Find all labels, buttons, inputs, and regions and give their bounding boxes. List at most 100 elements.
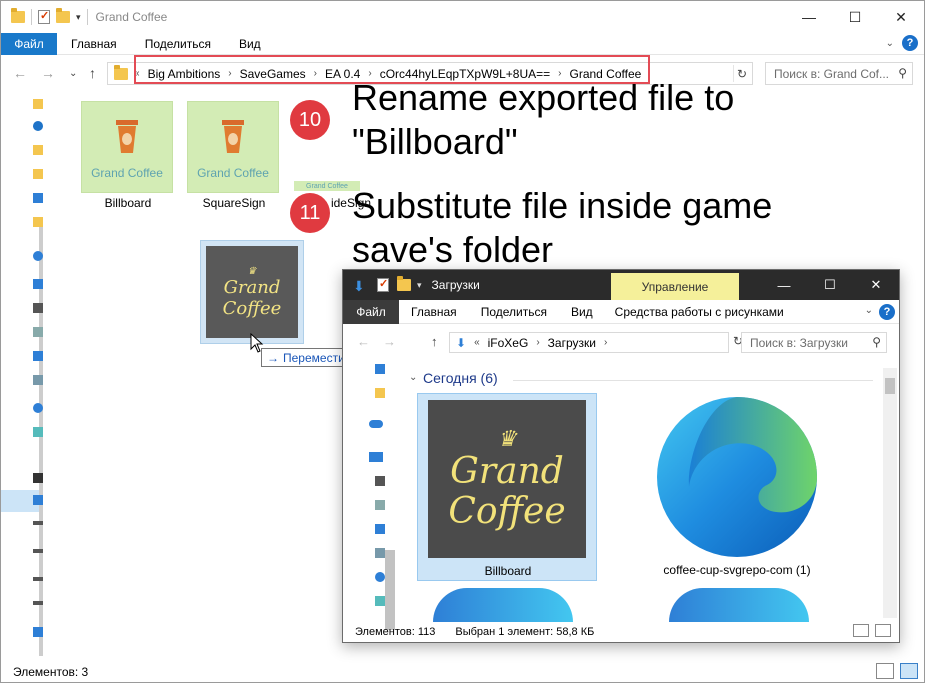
drive-icon[interactable]	[33, 495, 43, 505]
tab-manage[interactable]: Управление	[611, 273, 739, 300]
breadcrumb-item[interactable]: Big Ambitions	[148, 67, 221, 81]
file-thumbnail[interactable]: Grand Coffee	[81, 101, 173, 193]
pictures-icon[interactable]	[33, 375, 43, 385]
video-icon[interactable]	[375, 476, 385, 486]
refresh-icon[interactable]: ↻	[733, 65, 750, 82]
tab-file[interactable]: Файл	[343, 299, 399, 324]
this-pc-icon[interactable]	[33, 279, 43, 289]
tab-share[interactable]: Поделиться	[469, 305, 559, 319]
properties-icon[interactable]	[38, 9, 50, 24]
up-arrow-icon[interactable]: ↑	[89, 65, 96, 81]
nav-scrollbar[interactable]	[385, 550, 395, 630]
tab-file[interactable]: Файл	[1, 32, 57, 55]
search-input[interactable]: Поиск в: Загрузки ⚲	[741, 332, 887, 353]
customize-toolbar-icon[interactable]: ▾	[417, 280, 422, 291]
file-thumbnail[interactable]: Grand Coffee	[294, 181, 360, 191]
downloads-icon[interactable]	[33, 351, 43, 361]
file-item-selected[interactable]: ♛ Grand Coffee Billboard	[417, 393, 597, 581]
video-icon[interactable]	[33, 303, 43, 313]
close-button[interactable]: ✕	[853, 270, 899, 300]
back-arrow-icon[interactable]: ←	[13, 65, 27, 81]
download-icon[interactable]	[375, 364, 385, 374]
expand-ribbon-icon[interactable]: ⌄	[865, 305, 873, 316]
up-arrow-icon[interactable]: ↑	[431, 334, 438, 349]
file-name[interactable]: SquareSign	[184, 196, 284, 210]
onedrive-icon[interactable]	[33, 251, 43, 261]
desktop-icon[interactable]	[33, 473, 43, 483]
maximize-button[interactable]: ☐	[807, 270, 853, 300]
drive-icon[interactable]	[33, 549, 43, 553]
chevron-right-icon[interactable]: ›	[314, 68, 317, 79]
tab-share[interactable]: Поделиться	[131, 37, 225, 51]
documents-icon[interactable]	[375, 500, 385, 510]
file-thumbnail-partial[interactable]	[433, 588, 573, 622]
help-icon[interactable]: ?	[879, 304, 895, 320]
file-name[interactable]: Billboard	[78, 196, 178, 210]
file-name[interactable]: Billboard	[418, 564, 598, 578]
breadcrumb-item[interactable]: Загрузки	[548, 336, 596, 350]
file-name[interactable]: coffee-cup-svgrepo-com (1)	[647, 563, 827, 577]
drive-icon[interactable]	[33, 601, 43, 605]
folder-icon[interactable]	[33, 217, 43, 227]
pictures-icon[interactable]	[375, 548, 385, 558]
music-icon[interactable]	[375, 572, 385, 582]
folder-icon[interactable]	[33, 99, 43, 109]
forward-arrow-icon[interactable]: →	[41, 65, 55, 81]
overflow-chevron-icon[interactable]: «	[474, 337, 480, 348]
back-arrow-icon[interactable]: ←	[357, 334, 370, 349]
objects-icon[interactable]	[375, 596, 385, 606]
scrollbar-thumb[interactable]	[885, 378, 895, 394]
address-bar[interactable]: ⬇ « iFoXeG › Загрузки ›	[449, 332, 729, 353]
file-thumbnail-partial[interactable]	[669, 588, 809, 622]
properties-icon[interactable]	[377, 277, 389, 292]
folder-icon[interactable]	[33, 145, 43, 155]
chevron-right-icon[interactable]: ›	[536, 337, 539, 348]
group-header[interactable]: Сегодня (6)	[423, 370, 498, 386]
drive-icon[interactable]	[33, 521, 43, 525]
details-view-icon[interactable]	[853, 624, 869, 637]
chevron-right-icon[interactable]: ›	[604, 337, 607, 348]
drive-icon[interactable]	[33, 577, 43, 581]
chevron-right-icon[interactable]: ›	[228, 68, 231, 79]
expand-ribbon-icon[interactable]: ⌄	[886, 38, 894, 49]
tab-picture-tools[interactable]: Средства работы с рисунками	[604, 304, 794, 319]
folder-icon	[114, 64, 128, 80]
documents-icon[interactable]	[33, 327, 43, 337]
recent-locations-icon[interactable]: ⌄	[69, 68, 77, 79]
tab-home[interactable]: Главная	[399, 305, 469, 319]
new-folder-icon[interactable]	[56, 8, 70, 23]
file-thumbnail[interactable]: Grand Coffee	[187, 101, 279, 193]
file-item[interactable]: coffee-cup-svgrepo-com (1)	[647, 393, 827, 581]
this-pc-icon[interactable]	[369, 452, 383, 462]
objects-icon[interactable]	[33, 427, 43, 437]
minimize-button[interactable]: —	[786, 1, 832, 33]
vertical-scrollbar[interactable]	[883, 368, 897, 618]
download-icon[interactable]	[33, 193, 43, 203]
breadcrumb-item[interactable]: SaveGames	[240, 67, 306, 81]
maximize-button[interactable]: ☐	[832, 1, 878, 33]
minimize-button[interactable]: —	[761, 270, 807, 300]
customize-toolbar-icon[interactable]: ▾	[76, 12, 81, 23]
collapse-group-icon[interactable]: ⌄	[409, 372, 417, 383]
tab-view[interactable]: Вид	[559, 305, 605, 319]
music-icon[interactable]	[33, 403, 43, 413]
network-icon[interactable]	[33, 627, 43, 637]
details-view-icon[interactable]	[876, 663, 894, 679]
search-input[interactable]: Поиск в: Grand Cof... ⚲	[765, 62, 913, 85]
onedrive-icon[interactable]	[369, 420, 383, 428]
tab-home[interactable]: Главная	[57, 37, 131, 51]
large-icons-view-icon[interactable]	[875, 624, 891, 637]
downloads-icon[interactable]	[375, 524, 385, 534]
close-button[interactable]: ✕	[878, 1, 924, 33]
folder-icon[interactable]	[375, 388, 385, 398]
tab-view[interactable]: Вид	[225, 37, 275, 51]
forward-arrow-icon[interactable]: →	[383, 334, 396, 349]
new-folder-icon[interactable]	[397, 276, 411, 291]
help-icon[interactable]: ?	[902, 35, 918, 51]
breadcrumb-item[interactable]: iFoXeG	[488, 336, 529, 350]
folder-icon[interactable]	[33, 169, 43, 179]
cloud-icon[interactable]	[33, 121, 43, 131]
large-icons-view-icon[interactable]	[900, 663, 918, 679]
nav-scrollbar[interactable]	[39, 226, 43, 656]
overflow-chevron-icon[interactable]: «	[134, 68, 140, 79]
